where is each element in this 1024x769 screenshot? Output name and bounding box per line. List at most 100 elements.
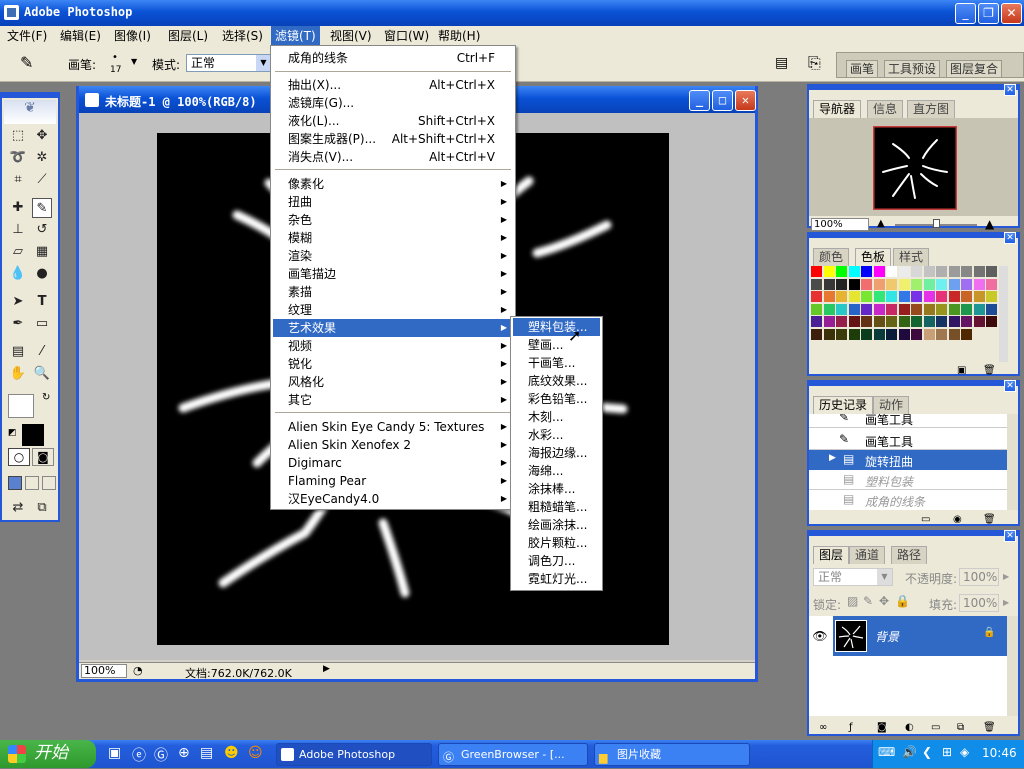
color-swatch[interactable] bbox=[986, 303, 997, 315]
menu-item-brush-strokes[interactable]: 画笔描边 ▶ bbox=[273, 265, 513, 283]
color-swatch[interactable] bbox=[886, 266, 897, 277]
fill-arrow-icon[interactable]: ▶ bbox=[1003, 598, 1009, 607]
opacity-field[interactable]: 100% bbox=[959, 568, 999, 586]
color-swatch[interactable] bbox=[836, 328, 847, 340]
menu-item-render[interactable]: 渲染 ▶ bbox=[273, 247, 513, 265]
foreground-color-swatch[interactable] bbox=[8, 394, 34, 418]
menu-select[interactable]: 选择(S) bbox=[218, 26, 267, 46]
color-swatch[interactable] bbox=[861, 303, 872, 315]
panel-close-icon[interactable]: ✕ bbox=[1004, 84, 1016, 96]
menu-item-video[interactable]: 视频 ▶ bbox=[273, 337, 513, 355]
menu-item-sharpen[interactable]: 锐化 ▶ bbox=[273, 355, 513, 373]
keyboard-icon[interactable]: ⌨ bbox=[878, 745, 895, 759]
color-swatch[interactable] bbox=[811, 328, 822, 340]
color-swatch[interactable] bbox=[911, 291, 922, 302]
color-swatch[interactable] bbox=[861, 316, 872, 327]
trash-icon[interactable]: 🗑 bbox=[983, 722, 996, 733]
color-swatch[interactable] bbox=[861, 278, 872, 290]
brush-tool-icon-selected[interactable]: ✎ bbox=[32, 198, 52, 218]
color-swatch[interactable] bbox=[961, 291, 972, 302]
security-icon[interactable]: ◈ bbox=[960, 745, 969, 759]
magic-wand-icon[interactable]: ✲ bbox=[32, 148, 52, 168]
task-photoshop[interactable]: Adobe Photoshop bbox=[276, 743, 432, 766]
panel-close-icon[interactable]: ✕ bbox=[1004, 530, 1016, 542]
navigator-thumbnail[interactable] bbox=[873, 126, 957, 210]
panel-close-icon[interactable]: ✕ bbox=[1004, 380, 1016, 392]
layer-row-background[interactable]: 背景 🔒 bbox=[833, 616, 1007, 656]
eyedropper-icon[interactable]: ⁄ bbox=[32, 342, 52, 362]
brush-tool-icon[interactable]: ✎ bbox=[20, 53, 33, 72]
zoom-slider-thumb[interactable] bbox=[933, 219, 940, 228]
background-color-swatch[interactable] bbox=[22, 424, 44, 446]
color-swatch[interactable] bbox=[873, 266, 885, 277]
zoom-tool-icon[interactable]: 🔍 bbox=[32, 364, 52, 384]
color-swatch[interactable] bbox=[861, 291, 872, 302]
menu-filter[interactable]: 滤镜(T) bbox=[271, 26, 320, 46]
color-swatch[interactable] bbox=[873, 278, 885, 290]
well-layer-comps[interactable]: 图层复合 bbox=[946, 60, 1003, 78]
menu-item-extract[interactable]: 抽出(X)... Alt+Ctrl+X bbox=[273, 76, 513, 94]
color-swatch[interactable] bbox=[848, 316, 860, 327]
swap-colors-icon[interactable]: ↻ bbox=[42, 392, 50, 403]
screen-mode-full-icon[interactable] bbox=[42, 476, 56, 490]
restore-button[interactable]: ❐ bbox=[978, 3, 999, 24]
submenu-item-neon-glow[interactable]: 霓虹灯光... bbox=[513, 570, 600, 588]
color-swatch[interactable] bbox=[911, 328, 922, 340]
show-desktop-icon[interactable]: ▣ bbox=[108, 745, 121, 761]
color-swatch[interactable] bbox=[961, 328, 972, 340]
color-swatch[interactable] bbox=[923, 303, 935, 315]
color-swatch[interactable] bbox=[923, 291, 935, 302]
move-tool-icon[interactable]: ✥ bbox=[32, 126, 52, 146]
brush-dot-icon[interactable]: • bbox=[112, 52, 118, 63]
palette-toggle-icon[interactable]: ▤ bbox=[775, 55, 788, 71]
menu-window[interactable]: 窗口(W) bbox=[380, 26, 433, 46]
color-swatch[interactable] bbox=[936, 291, 947, 302]
color-swatch[interactable] bbox=[811, 316, 822, 327]
menu-item-eye-candy-5[interactable]: Alien Skin Eye Candy 5: Textures ▶ bbox=[273, 418, 513, 436]
color-swatch[interactable] bbox=[823, 328, 835, 340]
color-swatch[interactable] bbox=[898, 316, 910, 327]
color-swatch[interactable] bbox=[886, 291, 897, 302]
screen-mode-full-menu-icon[interactable] bbox=[25, 476, 39, 490]
history-item-undone[interactable]: ▤ 成角的线条 bbox=[809, 490, 1007, 510]
gradient-tool-icon[interactable]: ▦ bbox=[32, 242, 52, 262]
screen-mode-standard-icon[interactable] bbox=[8, 476, 22, 490]
tab-histogram[interactable]: 直方图 bbox=[907, 100, 956, 118]
submenu-item-sponge[interactable]: 海绵... bbox=[513, 462, 600, 480]
tab-swatches[interactable]: 色板 bbox=[855, 248, 892, 266]
brush-dropdown-icon[interactable]: ▼ bbox=[131, 57, 137, 66]
color-swatch[interactable] bbox=[848, 278, 860, 290]
color-swatch[interactable] bbox=[973, 278, 985, 290]
layer-style-icon[interactable]: ƒ bbox=[849, 722, 853, 733]
new-document-icon[interactable]: ▭ bbox=[921, 514, 930, 525]
submenu-item-smudge-stick[interactable]: 涂抹棒... bbox=[513, 480, 600, 498]
color-swatch[interactable] bbox=[836, 303, 847, 315]
color-swatch[interactable] bbox=[936, 303, 947, 315]
color-swatch[interactable] bbox=[911, 266, 922, 277]
status-info-icon[interactable]: ◔ bbox=[133, 664, 143, 677]
color-swatch[interactable] bbox=[811, 291, 822, 302]
jump-to-imageready-icon[interactable]: ⇄ bbox=[8, 498, 28, 518]
submenu-item-underpainting[interactable]: 底纹效果... bbox=[513, 372, 600, 390]
menu-item-flaming-pear[interactable]: Flaming Pear ▶ bbox=[273, 472, 513, 490]
new-swatch-icon[interactable]: ▣ bbox=[957, 365, 966, 376]
shape-tool-icon[interactable]: ▭ bbox=[32, 314, 52, 334]
color-swatch[interactable] bbox=[898, 291, 910, 302]
tab-actions[interactable]: 动作 bbox=[873, 396, 910, 414]
mode-select[interactable]: 正常 ▼ bbox=[186, 54, 272, 72]
menu-item-distort[interactable]: 扭曲 ▶ bbox=[273, 193, 513, 211]
menu-item-pixelate[interactable]: 像素化 ▶ bbox=[273, 175, 513, 193]
submenu-item-dry-brush[interactable]: 干画笔... bbox=[513, 354, 600, 372]
layer-mask-icon[interactable]: ◙ bbox=[877, 722, 887, 733]
type-tool-icon[interactable]: T bbox=[32, 292, 52, 312]
color-swatch[interactable] bbox=[848, 303, 860, 315]
menu-image[interactable]: 图像(I) bbox=[110, 26, 155, 46]
status-menu-arrow-icon[interactable]: ▶ bbox=[323, 664, 330, 674]
submenu-item-rough-pastels[interactable]: 粗糙蜡笔... bbox=[513, 498, 600, 516]
color-swatch[interactable] bbox=[811, 266, 822, 277]
notes-tool-icon[interactable]: ▤ bbox=[8, 342, 28, 362]
color-swatch[interactable] bbox=[836, 316, 847, 327]
menu-item-pattern-maker[interactable]: 图案生成器(P)... Alt+Shift+Ctrl+X bbox=[273, 130, 513, 148]
healing-tool-icon[interactable]: ✚ bbox=[8, 198, 28, 218]
snapshot-icon[interactable]: ◉ bbox=[953, 514, 962, 525]
